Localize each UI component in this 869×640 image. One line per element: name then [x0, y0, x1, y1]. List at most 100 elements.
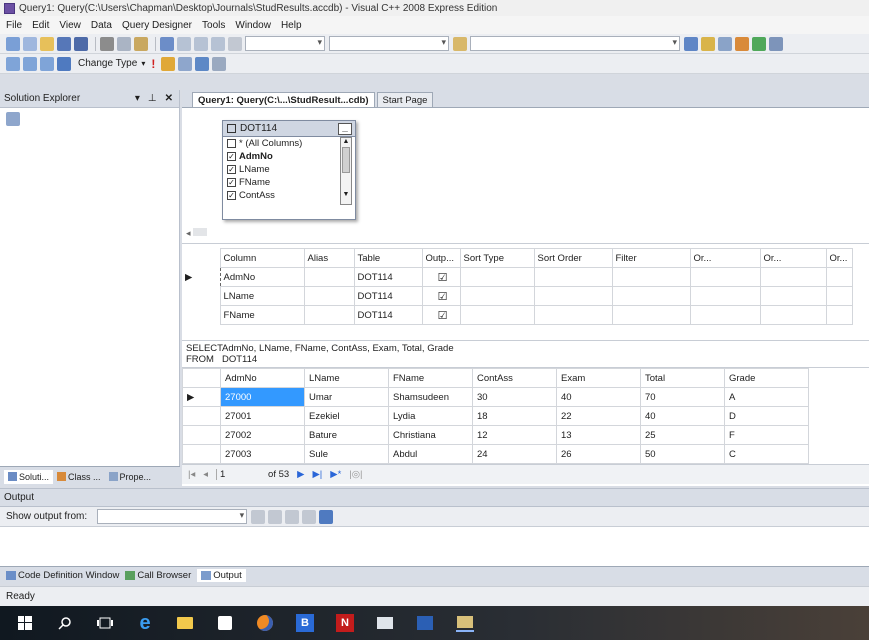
solution-explorer-icon[interactable]: [701, 36, 715, 51]
checkbox[interactable]: ✓: [227, 152, 236, 161]
result-cell[interactable]: 27003: [220, 444, 305, 464]
criteria-col-header[interactable]: Outp...: [421, 248, 461, 268]
tab-query1[interactable]: Query1: Query(C:\...\StudResult...cdb): [192, 92, 375, 107]
menu-help[interactable]: Help: [281, 20, 302, 31]
column-lname[interactable]: ✓ LName: [223, 163, 355, 176]
properties-button-icon[interactable]: [6, 112, 20, 126]
show-sql-pane-icon[interactable]: [40, 56, 54, 71]
change-type-dropdown-icon[interactable]: ▾: [141, 59, 145, 68]
criteria-col-header[interactable]: Or...: [689, 248, 761, 268]
find-icon[interactable]: [453, 36, 467, 51]
tab-start-page[interactable]: Start Page: [376, 92, 434, 107]
add-table-icon[interactable]: [195, 56, 210, 71]
result-cell[interactable]: Lydia: [388, 406, 473, 426]
results-col-header[interactable]: ContAss: [472, 368, 557, 388]
prev-record-icon[interactable]: ◂: [203, 469, 208, 480]
row-selector[interactable]: [182, 444, 221, 464]
app-b-icon[interactable]: B: [296, 614, 314, 632]
task-view-icon[interactable]: [96, 614, 114, 632]
result-cell[interactable]: 50: [640, 444, 725, 464]
window-icon[interactable]: [769, 36, 783, 51]
menu-view[interactable]: View: [59, 20, 81, 31]
criteria-col-header[interactable]: Alias: [303, 248, 355, 268]
criteria-cell[interactable]: [611, 305, 691, 325]
result-cell[interactable]: 25: [640, 425, 725, 445]
result-cell[interactable]: 13: [556, 425, 641, 445]
tab-call-browser[interactable]: Call Browser: [125, 570, 191, 581]
criteria-cell-table[interactable]: DOT114: [353, 305, 423, 325]
results-col-header[interactable]: FName: [388, 368, 473, 388]
results-col-header[interactable]: LName: [304, 368, 389, 388]
tab-properties[interactable]: Prope...: [105, 470, 156, 484]
result-cell[interactable]: Christiana: [388, 425, 473, 445]
column-fname[interactable]: ✓ FName: [223, 176, 355, 189]
next-record-icon[interactable]: ▶: [297, 469, 304, 480]
properties-icon[interactable]: [718, 36, 732, 51]
column-admno[interactable]: ✓ AdmNo: [223, 150, 355, 163]
last-record-icon[interactable]: ▶|: [312, 469, 322, 480]
navigate-forward-icon[interactable]: [211, 36, 225, 51]
results-col-header[interactable]: Exam: [556, 368, 641, 388]
result-cell[interactable]: Abdul: [388, 444, 473, 464]
criteria-cell[interactable]: [689, 286, 761, 306]
menu-query-designer[interactable]: Query Designer: [122, 20, 192, 31]
save-icon[interactable]: [57, 36, 71, 51]
result-cell[interactable]: 18: [472, 406, 557, 426]
scroll-up-icon[interactable]: ▲: [341, 138, 351, 145]
new-record-icon[interactable]: ▶*: [330, 469, 341, 480]
auto-hide-pin-icon[interactable]: ⊥: [148, 93, 157, 104]
result-cell[interactable]: 40: [556, 387, 641, 407]
criteria-col-header[interactable]: Column: [219, 248, 305, 268]
result-cell[interactable]: Ezekiel: [304, 406, 389, 426]
find-message-icon[interactable]: [251, 509, 266, 524]
criteria-cell[interactable]: [459, 305, 535, 325]
checkbox[interactable]: ✓: [227, 165, 236, 174]
menu-file[interactable]: File: [6, 20, 22, 31]
criteria-cell[interactable]: [759, 305, 827, 325]
result-cell[interactable]: 40: [640, 406, 725, 426]
criteria-cell-output[interactable]: ☑: [421, 286, 461, 306]
close-icon[interactable]: ✕: [165, 93, 173, 104]
menu-edit[interactable]: Edit: [32, 20, 49, 31]
criteria-row[interactable]: LName DOT114 ☑: [182, 286, 853, 306]
copy-icon[interactable]: [117, 36, 131, 51]
row-selector[interactable]: [182, 406, 221, 426]
column-contass[interactable]: ✓ ContAss: [223, 189, 355, 202]
table-row[interactable]: 27001 Ezekiel Lydia 18 22 40 D: [182, 406, 809, 426]
group-by-icon[interactable]: [178, 56, 193, 71]
show-diagram-pane-icon[interactable]: [6, 56, 20, 71]
store-icon[interactable]: [216, 614, 234, 632]
criteria-cell[interactable]: [459, 286, 535, 306]
show-results-pane-icon[interactable]: [57, 56, 71, 71]
results-col-header[interactable]: Total: [640, 368, 725, 388]
toolbox-icon[interactable]: [735, 36, 749, 51]
criteria-cell-output[interactable]: ☑: [421, 305, 461, 325]
open-folder-icon[interactable]: [40, 36, 54, 51]
checkbox[interactable]: ✓: [227, 178, 236, 187]
find-in-files-icon[interactable]: [684, 36, 698, 51]
criteria-col-header[interactable]: Sort Type: [459, 248, 535, 268]
new-project-icon[interactable]: [6, 36, 20, 51]
change-type-button[interactable]: Change Type: [78, 58, 137, 69]
criteria-cell[interactable]: [759, 286, 827, 306]
diagram-hscroll-left-icon[interactable]: ◂: [186, 228, 208, 239]
result-cell[interactable]: D: [724, 406, 809, 426]
output-source-combo[interactable]: [97, 509, 248, 524]
table-row[interactable]: ▶ 27000 Umar Shamsudeen 30 40 70 A: [182, 387, 809, 407]
navigate-back-icon[interactable]: [194, 36, 208, 51]
save-all-icon[interactable]: [74, 36, 88, 51]
criteria-cell-output[interactable]: ☑: [421, 267, 461, 287]
criteria-cell-column[interactable]: FName: [219, 305, 305, 325]
start-page-icon[interactable]: [752, 36, 766, 51]
table-box-dot114[interactable]: DOT114 _ * (All Columns) ✓ AdmNo ✓ LName ✓…: [222, 120, 356, 220]
file-explorer-icon[interactable]: [176, 614, 194, 632]
search-icon[interactable]: [56, 614, 74, 632]
result-cell[interactable]: A: [724, 387, 809, 407]
criteria-col-header[interactable]: Or...: [759, 248, 827, 268]
execute-sql-icon[interactable]: !: [151, 57, 155, 71]
current-row-arrow-icon[interactable]: ▶: [182, 387, 221, 407]
tab-code-definition[interactable]: Code Definition Window: [6, 570, 119, 581]
prev-message-icon[interactable]: [268, 509, 283, 524]
minimize-icon[interactable]: _: [338, 122, 352, 135]
windows-start-icon[interactable]: [16, 614, 34, 632]
